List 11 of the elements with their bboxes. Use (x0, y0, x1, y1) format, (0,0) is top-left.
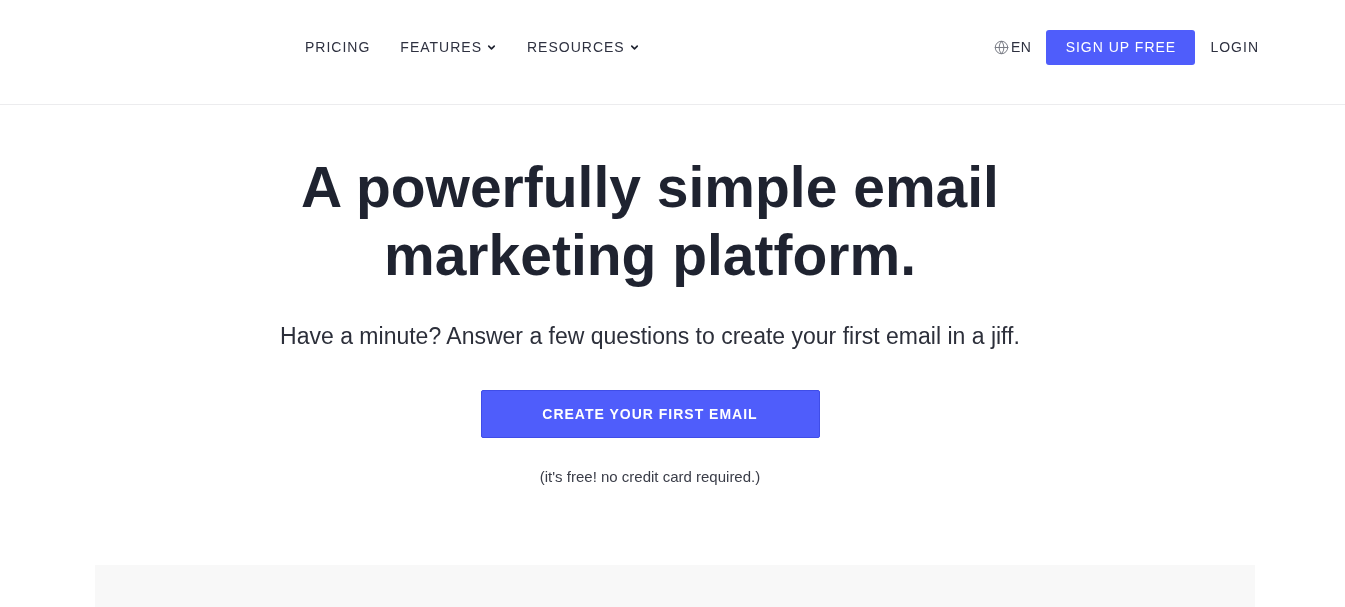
free-note: (it's free! no credit card required.) (539, 468, 761, 485)
nav-dropdown-link[interactable]: RESOURCES (527, 39, 640, 55)
language-selector[interactable]: EN (993, 39, 1032, 55)
globe-icon (993, 39, 1009, 55)
create-email-button[interactable]: CREATE YOUR FIRST EMAIL (480, 390, 820, 438)
nav-dropdown-link[interactable]: FEATURES (400, 39, 497, 55)
hero-subtitle: Have a minute? Answer a few questions to create your first email in a jiff. (280, 323, 1020, 350)
nav-link[interactable]: PRICING (305, 39, 371, 55)
login-link[interactable]: LOGIN (1210, 39, 1259, 55)
sign-up-button[interactable]: SIGN UP FREE (1046, 29, 1196, 65)
hero-heading: A powerfully simple email marketing platform. (300, 154, 1000, 289)
